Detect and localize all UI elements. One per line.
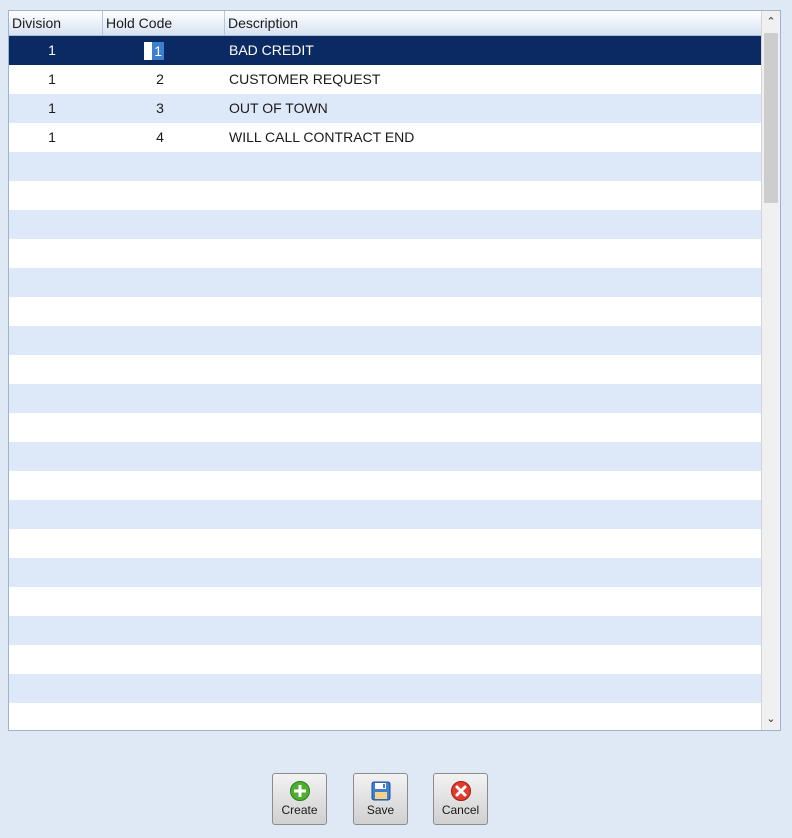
action-toolbar: Create Save Cancel: [0, 773, 792, 825]
description-cell[interactable]: OUT OF TOWN: [225, 94, 761, 123]
empty-row[interactable]: [9, 587, 761, 616]
description-cell[interactable]: WILL CALL CONTRACT END: [225, 123, 761, 152]
cancel-button-label: Cancel: [441, 803, 480, 817]
empty-row[interactable]: [9, 674, 761, 703]
empty-row[interactable]: [9, 529, 761, 558]
empty-row[interactable]: [9, 326, 761, 355]
cancel-circle-icon: [450, 781, 471, 801]
hold-code-cell[interactable]: 3: [103, 94, 225, 123]
table-row[interactable]: 1 3 OUT OF TOWN: [9, 94, 761, 123]
chevron-up-icon[interactable]: ⌃: [762, 13, 780, 31]
column-header-description[interactable]: Description: [225, 11, 761, 35]
division-cell[interactable]: 1: [9, 123, 103, 152]
empty-row[interactable]: [9, 558, 761, 587]
grid-body: 1 1 BAD CREDIT 1 2 CUSTOMER REQUEST 1 3 …: [9, 36, 761, 730]
empty-row[interactable]: [9, 355, 761, 384]
empty-row[interactable]: [9, 645, 761, 674]
description-cell[interactable]: BAD CREDIT: [225, 36, 761, 65]
column-header-hold-code[interactable]: Hold Code: [103, 11, 225, 35]
empty-row[interactable]: [9, 152, 761, 181]
scrollbar-thumb[interactable]: [764, 33, 778, 203]
empty-row[interactable]: [9, 471, 761, 500]
hold-code-cell[interactable]: 1: [103, 36, 225, 65]
empty-row[interactable]: [9, 616, 761, 645]
hold-code-cell[interactable]: 4: [103, 123, 225, 152]
hold-codes-grid[interactable]: Division Hold Code Description 1 1 BAD C…: [8, 10, 781, 731]
cancel-button[interactable]: Cancel: [433, 773, 488, 825]
grid-header: Division Hold Code Description: [9, 11, 761, 36]
empty-row[interactable]: [9, 239, 761, 268]
hold-code-cell[interactable]: 2: [103, 65, 225, 94]
empty-row[interactable]: [9, 413, 761, 442]
empty-row[interactable]: [9, 268, 761, 297]
column-header-division[interactable]: Division: [9, 11, 103, 35]
create-button-label: Create: [281, 803, 318, 817]
save-button-label: Save: [366, 803, 395, 817]
table-row[interactable]: 1 1 BAD CREDIT: [9, 36, 761, 65]
save-button[interactable]: Save: [353, 773, 408, 825]
division-cell[interactable]: 1: [9, 94, 103, 123]
empty-row[interactable]: [9, 500, 761, 529]
create-button[interactable]: Create: [272, 773, 327, 825]
save-icon: [371, 781, 390, 801]
empty-row[interactable]: [9, 384, 761, 413]
table-row[interactable]: 1 4 WILL CALL CONTRACT END: [9, 123, 761, 152]
hold-code-edit-input[interactable]: 1: [144, 42, 164, 61]
empty-row[interactable]: [9, 297, 761, 326]
empty-row[interactable]: [9, 181, 761, 210]
table-row[interactable]: 1 2 CUSTOMER REQUEST: [9, 65, 761, 94]
division-cell[interactable]: 1: [9, 36, 103, 65]
vertical-scrollbar[interactable]: ⌃ ⌄: [761, 11, 780, 730]
description-cell[interactable]: CUSTOMER REQUEST: [225, 65, 761, 94]
plus-circle-icon: [289, 781, 310, 801]
empty-row[interactable]: [9, 703, 761, 730]
division-cell[interactable]: 1: [9, 65, 103, 94]
empty-row[interactable]: [9, 210, 761, 239]
empty-row[interactable]: [9, 442, 761, 471]
hold-code-edit-value: 1: [152, 42, 164, 61]
chevron-down-icon[interactable]: ⌄: [762, 710, 780, 728]
